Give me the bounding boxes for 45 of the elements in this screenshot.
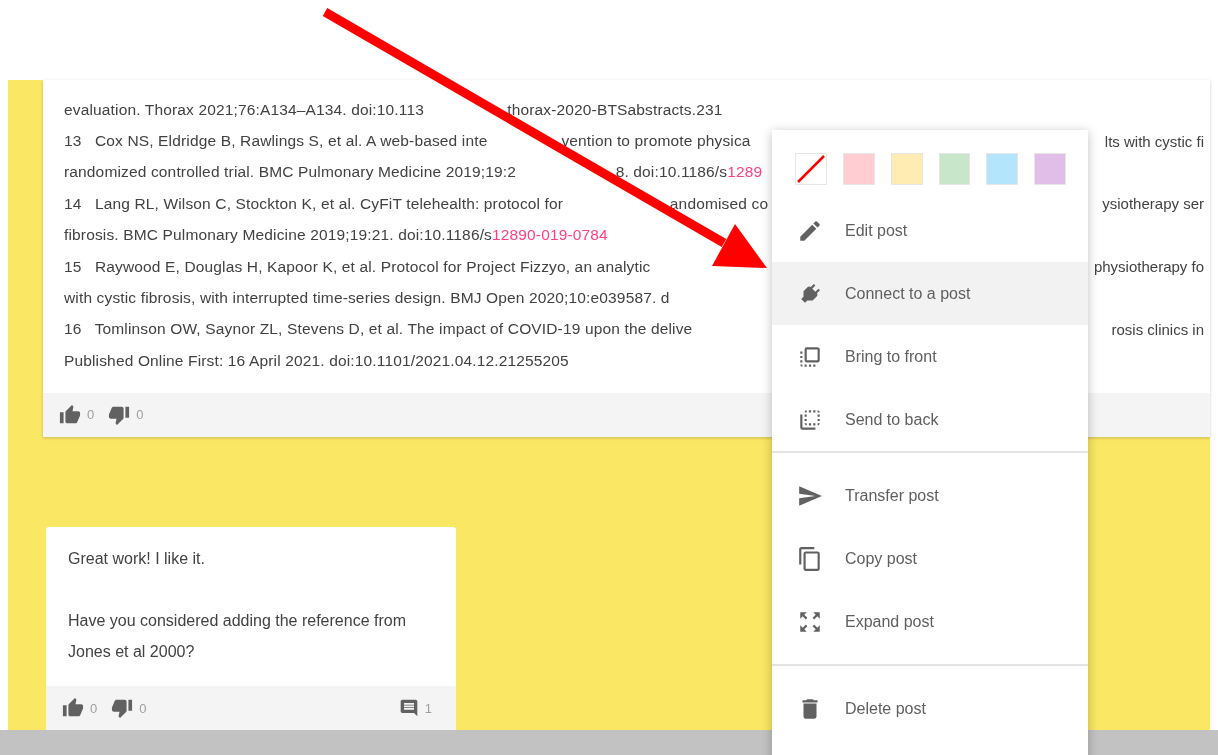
menu-item[interactable]: Expand post: [772, 590, 1088, 653]
comment-count: 1: [424, 700, 432, 716]
reference-text: 8. doi:10.1186/s1289: [615, 163, 763, 182]
reference-text: with cystic fibrosis, with interrupted time-series design. BMJ Open 2020;10:e039587. d: [64, 289, 670, 308]
no-color-swatch[interactable]: [795, 153, 827, 185]
menu-item[interactable]: Delete post: [772, 677, 1088, 740]
menu-item[interactable]: Edit post: [772, 199, 1088, 262]
menu-item[interactable]: Connect to a post: [772, 262, 1088, 325]
reference-text: Published Online First: 16 April 2021. doi:10.1101/2021.04.12.21255205: [64, 351, 569, 370]
thumbs-up-icon[interactable]: [62, 697, 84, 719]
menu-item[interactable]: Copy post: [772, 527, 1088, 590]
reference-text: fibrosis. BMC Pulmonary Medicine 2019;19:21. doi:10.1186/s12890-019-0784: [64, 226, 608, 245]
reference-text: lts with cystic fi: [1104, 132, 1204, 150]
reference-text: andomised co: [669, 194, 769, 213]
comment-text: Great work! I like it.: [68, 548, 206, 569]
reference-text: randomized controlled trial. BMC Pulmonary Medicine 2019;19:2: [64, 163, 517, 182]
thumbs-down-icon[interactable]: [111, 697, 134, 719]
reference-text: rosis clinics in: [1111, 320, 1204, 338]
reference-text: evaluation. Thorax 2021;76:A134–A134. doi:10.113: [64, 100, 425, 119]
color-swatch[interactable]: [890, 153, 923, 185]
dislike-count: 0: [139, 700, 147, 716]
reference-text: thorax-2020-BTSabstracts.231: [507, 100, 723, 119]
reference-text: 16 Tomlinson OW, Saynor ZL, Stevens D, et al. The impact of COVID-19 upon the delive: [64, 320, 693, 339]
color-swatch[interactable]: [843, 153, 875, 185]
comment-text: Have you considered adding the reference from Jones et al 2000?: [68, 610, 407, 663]
like-count: 0: [90, 700, 98, 716]
reference-text: 15 Raywood E, Douglas H, Kapoor K, et al. Protocol for Project Fizzyo, an analytic: [64, 257, 651, 276]
color-swatch[interactable]: [1034, 153, 1066, 185]
thumbs-up-icon[interactable]: [59, 403, 81, 426]
dislike-count: 0: [136, 407, 144, 422]
doi-link[interactable]: 1289: [727, 163, 763, 181]
reference-text: 13 Cox NS, Eldridge B, Rawlings S, et al. A web-based inte: [64, 132, 489, 151]
comment-icon[interactable]: [398, 698, 419, 718]
color-swatch[interactable]: [938, 153, 971, 185]
like-count: 0: [87, 407, 95, 422]
doi-link[interactable]: 12890-019-0784: [492, 226, 608, 244]
copy-icon: [797, 545, 823, 572]
menu-item[interactable]: Bring to front: [772, 325, 1088, 388]
reference-text: 14 Lang RL, Wilson C, Stockton K, et al. CyFiT telehealth: protocol for: [64, 194, 565, 213]
reference-text: ysiotherapy ser: [1102, 195, 1204, 213]
menu-item[interactable]: Send to back: [772, 388, 1088, 451]
reference-text: vention to promote physica: [561, 132, 751, 151]
reference-text: physiotherapy fo: [1093, 258, 1204, 276]
menu-item[interactable]: Transfer post: [772, 464, 1088, 527]
color-swatch[interactable]: [986, 153, 1019, 185]
